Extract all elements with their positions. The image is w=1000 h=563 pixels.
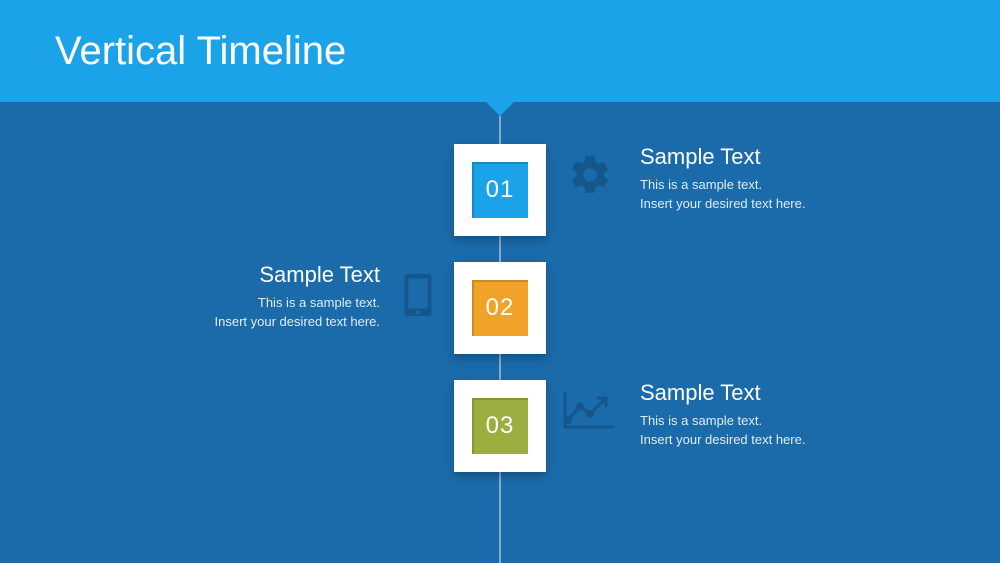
chart-icon xyxy=(562,388,616,432)
timeline-block-02-inner: 02 xyxy=(472,280,528,336)
slide-title: Vertical Timeline xyxy=(55,29,346,74)
timeline-annotation-03: Sample Text This is a sample text. Inser… xyxy=(640,380,900,450)
annotation-03-body: This is a sample text. Insert your desir… xyxy=(640,412,900,450)
timeline-block-03-inner: 03 xyxy=(472,398,528,454)
timeline-number-03: 03 xyxy=(486,412,515,440)
annotation-02-body: This is a sample text. Insert your desir… xyxy=(120,294,380,332)
annotation-02-heading: Sample Text xyxy=(120,262,380,288)
tablet-icon xyxy=(398,270,438,320)
timeline-annotation-01: Sample Text This is a sample text. Inser… xyxy=(640,144,900,214)
slide-header: Vertical Timeline xyxy=(0,0,1000,102)
timeline-block-01-inner: 01 xyxy=(472,162,528,218)
timeline-block-03: 03 xyxy=(454,380,546,472)
annotation-02-line2: Insert your desired text here. xyxy=(215,314,380,329)
timeline-block-02: 02 xyxy=(454,262,546,354)
timeline-annotation-02: Sample Text This is a sample text. Inser… xyxy=(120,262,380,332)
annotation-01-heading: Sample Text xyxy=(640,144,900,170)
timeline-block-01: 01 xyxy=(454,144,546,236)
annotation-03-heading: Sample Text xyxy=(640,380,900,406)
slide-body: 01 Sample Text This is a sample text. In… xyxy=(0,102,1000,563)
annotation-01-line1: This is a sample text. xyxy=(640,177,762,192)
timeline-number-01: 01 xyxy=(486,176,515,204)
annotation-01-line2: Insert your desired text here. xyxy=(640,196,805,211)
annotation-02-line1: This is a sample text. xyxy=(258,295,380,310)
annotation-03-line1: This is a sample text. xyxy=(640,413,762,428)
annotation-03-line2: Insert your desired text here. xyxy=(640,432,805,447)
header-pointer xyxy=(486,102,514,116)
annotation-01-body: This is a sample text. Insert your desir… xyxy=(640,176,900,214)
timeline-number-02: 02 xyxy=(486,294,515,322)
gear-icon xyxy=(565,150,615,200)
